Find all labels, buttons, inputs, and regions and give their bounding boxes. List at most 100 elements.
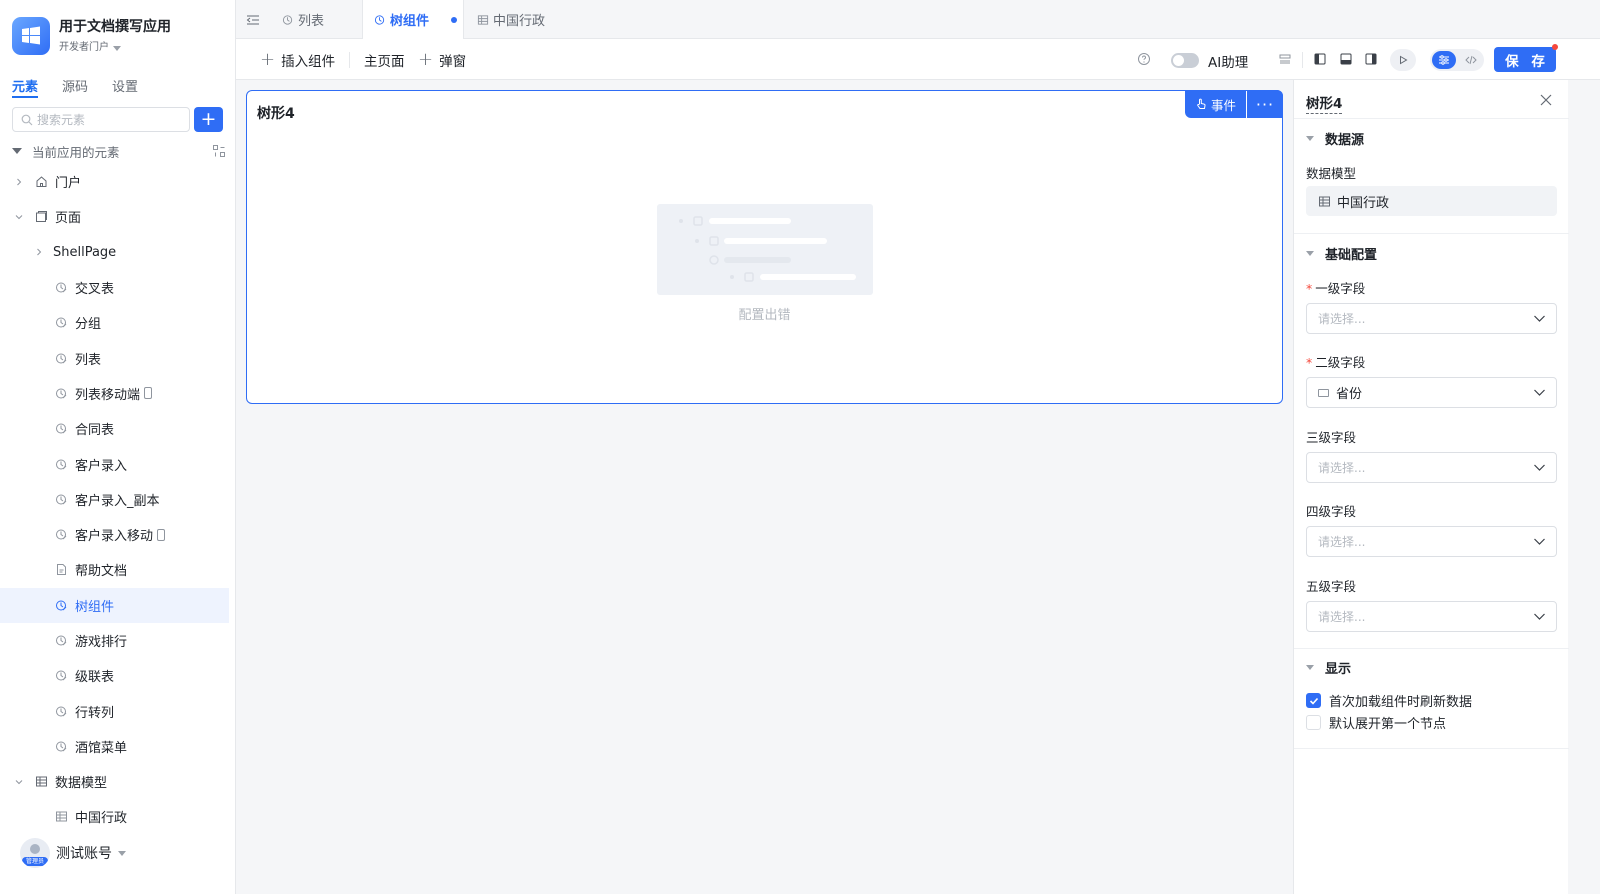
user-name: 测试账号 — [56, 846, 112, 862]
design-mode-button[interactable] — [1432, 51, 1456, 69]
tree-item-page[interactable]: 列表 — [0, 340, 236, 375]
field-level1-select[interactable]: 请选择... — [1306, 303, 1557, 334]
divider — [1294, 233, 1569, 234]
tree-item-shellpage[interactable]: ShellPage — [0, 235, 236, 270]
layout-grid-button[interactable] — [1277, 51, 1293, 67]
checkbox-label: 首次加载组件时刷新数据 — [1329, 695, 1473, 710]
field-level3-label: 三级字段 — [1306, 430, 1357, 445]
search-icon — [21, 114, 33, 125]
chevron-right-icon[interactable] — [33, 246, 45, 258]
tree-item-portal[interactable]: 门户 — [0, 164, 236, 199]
tab-elements[interactable]: 元素 — [12, 76, 39, 98]
tree-item-model[interactable]: 中国行政 — [0, 799, 236, 834]
tree-item-page[interactable]: 酒馆菜单 — [0, 729, 236, 764]
locate-icon[interactable] — [212, 144, 226, 158]
data-model-select[interactable]: 中国行政 — [1306, 186, 1557, 216]
checkbox-checked[interactable] — [1306, 693, 1321, 708]
group-basic-config[interactable]: 基础配置 — [1306, 244, 1377, 263]
right-panel-toggle[interactable] — [1363, 51, 1379, 67]
tree-item-page[interactable]: 级联表 — [0, 658, 236, 693]
popup-button[interactable]: + 弹窗 — [418, 39, 466, 80]
component-title: 树形4 — [257, 106, 295, 122]
page-icon — [54, 316, 68, 330]
tree-item-page[interactable]: 帮助文档 — [0, 552, 236, 587]
chevron-right-icon[interactable] — [13, 176, 25, 188]
left-panel-toggle[interactable] — [1312, 51, 1328, 67]
role-badge: 管理员 — [22, 857, 48, 866]
tab-list[interactable]: 列表 — [282, 0, 324, 39]
ai-assistant-toggle[interactable] — [1171, 53, 1199, 68]
collapse-sidebar-button[interactable] — [246, 0, 264, 39]
section-title: 当前应用的元素 — [32, 144, 120, 160]
pages-icon — [34, 210, 48, 224]
tree-item-page[interactable]: 行转列 — [0, 693, 236, 728]
user-menu[interactable]: 管理员 测试账号 — [20, 838, 126, 868]
collapse-triangle-icon — [1306, 665, 1314, 670]
preview-button[interactable] — [1390, 49, 1416, 71]
tree-item-page[interactable]: 合同表 — [0, 411, 236, 446]
tab-label: 树组件 — [390, 14, 430, 29]
select-placeholder: 请选择... — [1318, 610, 1366, 624]
tree-item-pages[interactable]: 页面 — [0, 199, 236, 234]
help-button[interactable] — [1136, 51, 1152, 67]
table-icon — [34, 775, 48, 789]
element-search-input[interactable]: 搜索元素 — [12, 107, 190, 132]
refresh-on-load-option[interactable]: 首次加载组件时刷新数据 — [1306, 691, 1472, 710]
tree-item-page[interactable]: 客户录入 — [0, 446, 236, 481]
tree-item-label: ShellPage — [53, 244, 117, 260]
chevron-down-icon[interactable] — [13, 776, 25, 788]
tab-source[interactable]: 源码 — [62, 76, 88, 98]
tree-item-page-selected[interactable]: 树组件 — [0, 587, 229, 623]
tree-item-label: 树组件 — [75, 599, 115, 615]
tab-settings[interactable]: 设置 — [112, 76, 138, 98]
tree-item-page[interactable]: 列表移动端 — [0, 376, 236, 411]
bottom-panel-toggle[interactable] — [1338, 51, 1354, 67]
panel-component-name[interactable]: 树形4 — [1306, 92, 1343, 114]
tab-tree-component[interactable]: 树组件 — [362, 0, 464, 39]
add-element-button[interactable]: + — [194, 107, 223, 132]
tree-item-data-models[interactable]: 数据模型 — [0, 764, 236, 799]
home-icon — [34, 175, 48, 189]
tree-item-page[interactable]: 游戏排行 — [0, 623, 236, 658]
page-icon — [54, 422, 68, 436]
document-icon — [54, 563, 68, 577]
code-mode-button[interactable] — [1460, 51, 1482, 69]
page-icon — [282, 14, 293, 25]
group-datasource[interactable]: 数据源 — [1306, 129, 1364, 148]
search-placeholder: 搜索元素 — [37, 113, 86, 127]
tree-item-page[interactable]: 分组 — [0, 305, 236, 340]
section-current-elements[interactable]: 当前应用的元素 — [12, 141, 226, 161]
field-level4-select[interactable]: 请选择... — [1306, 526, 1557, 557]
required-mark: * — [1306, 355, 1313, 370]
field-level5-select[interactable]: 请选择... — [1306, 601, 1557, 632]
checkbox-unchecked[interactable] — [1306, 715, 1321, 730]
save-button[interactable]: 保 存 — [1494, 47, 1556, 72]
close-icon[interactable] — [1539, 93, 1553, 107]
tree-item-label: 客户录入移动 — [75, 529, 154, 545]
more-button[interactable]: ··· — [1247, 90, 1283, 118]
group-display[interactable]: 显示 — [1306, 658, 1351, 677]
tree-item-page[interactable]: 客户录入_副本 — [0, 482, 236, 517]
events-button[interactable]: 事件 — [1184, 90, 1246, 118]
field-level2-select[interactable]: 省份 — [1306, 377, 1557, 408]
tree-item-label: 客户录入_副本 — [75, 493, 160, 509]
expand-first-node-option[interactable]: 默认展开第一个节点 — [1306, 713, 1446, 732]
help-icon — [1138, 53, 1150, 65]
insert-label: 插入组件 — [281, 53, 336, 70]
insert-component-button[interactable]: + 插入组件 — [260, 39, 335, 80]
main-page-button[interactable]: 主页面 — [364, 39, 405, 80]
field-level3-select[interactable]: 请选择... — [1306, 452, 1557, 483]
chevron-down-icon[interactable] — [13, 211, 25, 223]
select-placeholder: 请选择... — [1318, 312, 1366, 326]
tree-item-page[interactable]: 交叉表 — [0, 270, 236, 305]
tree-component-canvas[interactable]: 树形4 事件 ··· 配置出错 — [246, 90, 1283, 404]
ai-assistant-label: AI助理 — [1208, 55, 1249, 71]
tree-item-page[interactable]: 客户录入移动 — [0, 517, 236, 552]
hand-pointer-icon — [1197, 98, 1206, 109]
portal-switcher[interactable]: 开发者门户 — [59, 41, 171, 55]
bottom-panel-icon — [1340, 53, 1352, 65]
select-value: 省份 — [1336, 387, 1363, 402]
tree-item-label: 级联表 — [75, 670, 115, 686]
avatar: 管理员 — [20, 838, 50, 868]
tab-china-admin[interactable]: 中国行政 — [477, 0, 545, 39]
